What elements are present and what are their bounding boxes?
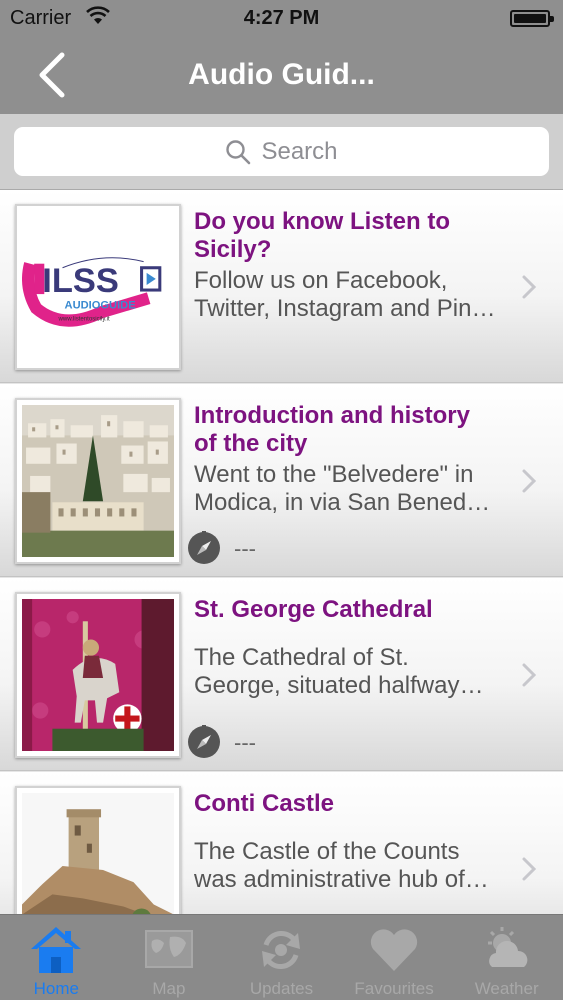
item-title: Introduction and history of the city <box>194 402 470 457</box>
tab-label: Updates <box>249 979 314 998</box>
map-icon <box>144 930 193 968</box>
item-thumbnail: ILSS AUDIOGUIDE www.listentosicily.it <box>15 204 181 370</box>
conti-castle-photo <box>22 793 174 914</box>
item-thumbnail <box>15 592 181 758</box>
list-item[interactable]: Introduction and history of the city Wen… <box>0 384 563 577</box>
item-thumbnail <box>15 786 181 914</box>
tab-label: Map <box>152 979 186 998</box>
weather-icon <box>487 927 528 967</box>
tab-updates[interactable]: Updates <box>225 915 338 1000</box>
item-description: The Cathedral of St. George, situated ha… <box>194 644 484 699</box>
chevron-right-icon <box>522 663 537 687</box>
navigation-bar: Audio Guid... <box>0 38 563 114</box>
tab-label: Weather <box>474 979 539 998</box>
tab-weather[interactable]: Weather <box>450 915 563 1000</box>
item-description: Follow us on Facebook, Twitter, Instagra… <box>194 267 496 322</box>
item-description: Went to the "Belvedere" in Modica, in vi… <box>194 461 491 516</box>
item-title: Do you know Listen to Sicily? <box>194 208 450 263</box>
status-bar: Carrier 4:27 PM <box>0 0 563 38</box>
tab-label: Home <box>33 979 79 998</box>
list-item[interactable]: ILSS AUDIOGUIDE www.listentosicily.it Do… <box>0 190 563 383</box>
distance-label: --- <box>234 536 256 561</box>
chevron-right-icon <box>522 857 537 881</box>
search-placeholder: Search <box>261 137 338 165</box>
item-thumbnail <box>15 398 181 564</box>
battery-icon <box>510 10 554 27</box>
item-title: St. George Cathedral <box>194 596 433 623</box>
distance-label: --- <box>234 730 256 755</box>
content-list: ILSS AUDIOGUIDE www.listentosicily.it Do… <box>0 190 563 914</box>
chevron-right-icon <box>522 469 537 493</box>
tab-bar: Home Map Updates Favourites Weather <box>0 914 563 1000</box>
svg-text:www.listentosicily.it: www.listentosicily.it <box>57 315 110 322</box>
refresh-icon <box>262 931 301 969</box>
home-icon <box>31 927 82 973</box>
listen-to-sicily-logo: ILSS AUDIOGUIDE www.listentosicily.it <box>22 211 174 363</box>
tab-label: Favourites <box>354 979 434 998</box>
modica-town-photo <box>22 405 174 557</box>
search-input[interactable]: Search <box>14 127 549 176</box>
heart-icon <box>370 929 418 971</box>
list-item[interactable]: St. George Cathedral The Cathedral of St… <box>0 578 563 771</box>
chevron-right-icon <box>522 275 537 299</box>
compass-icon <box>188 725 220 758</box>
svg-text:AUDIOGUIDE: AUDIOGUIDE <box>65 299 136 311</box>
item-title: Conti Castle <box>194 790 335 817</box>
search-icon <box>226 139 251 164</box>
item-description: The Castle of the Counts was administrat… <box>194 838 489 893</box>
st-george-statue-photo <box>22 599 174 751</box>
list-item[interactable]: Conti Castle The Castle of the Counts wa… <box>0 772 563 914</box>
page-title: Audio Guid... <box>188 58 375 91</box>
tab-home[interactable]: Home <box>0 915 113 1000</box>
clock: 4:27 PM <box>243 7 320 29</box>
compass-icon <box>188 531 220 564</box>
search-bar: Search <box>0 114 563 190</box>
svg-text:ILSS: ILSS <box>42 262 119 300</box>
tab-favourites[interactable]: Favourites <box>338 915 451 1000</box>
tab-map[interactable]: Map <box>113 915 226 1000</box>
